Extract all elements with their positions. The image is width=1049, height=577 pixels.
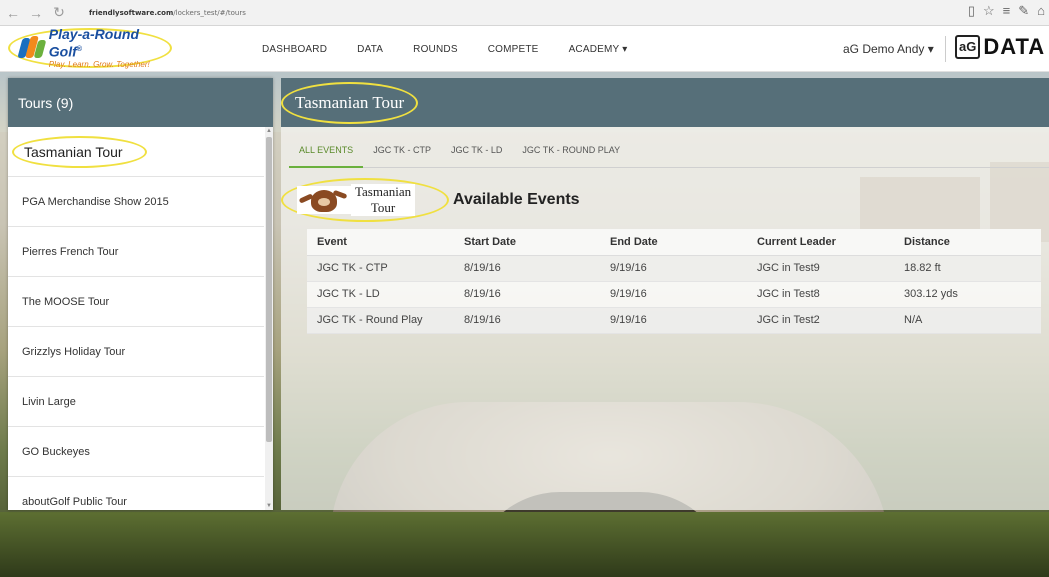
tour-title: Tasmanian Tour: [295, 92, 405, 112]
forward-icon[interactable]: →: [26, 3, 46, 23]
nav-data[interactable]: DATA: [357, 44, 383, 55]
tab-jgc-tk-round-play[interactable]: JGC TK - ROUND PLAY: [512, 136, 630, 168]
table-row[interactable]: JGC TK - LD 8/19/16 9/19/16 JGC in Test8…: [307, 281, 1041, 308]
ag-logo-text: DATA: [983, 34, 1046, 59]
reading-view-icon[interactable]: ▯: [968, 3, 975, 19]
divider: [945, 36, 946, 62]
scroll-down-icon[interactable]: ▼: [265, 502, 273, 510]
table-header-row: Event Start Date End Date Current Leader…: [307, 229, 1041, 256]
share-icon[interactable]: ⌂: [1037, 3, 1045, 19]
cell-end-date: 9/19/16: [600, 255, 747, 282]
cell-event: JGC TK - LD: [307, 281, 454, 308]
cell-end-date: 9/19/16: [600, 307, 747, 334]
tour-item-moose[interactable]: The MOOSE Tour: [8, 277, 264, 327]
cell-start-date: 8/19/16: [454, 255, 600, 282]
brand-tagline: Play. Learn. Grow. Together!: [48, 59, 150, 69]
table-row[interactable]: JGC TK - CTP 8/19/16 9/19/16 JGC in Test…: [307, 255, 1041, 282]
cell-start-date: 8/19/16: [454, 281, 600, 308]
cell-start-date: 8/19/16: [454, 307, 600, 334]
available-events-title: Available Events: [453, 191, 580, 208]
tour-item-label: Tasmanian Tour: [12, 135, 147, 168]
tour-list: Tasmanian Tour PGA Merchandise Show 2015…: [8, 127, 273, 510]
refresh-icon[interactable]: ↻: [49, 3, 69, 23]
nav-academy[interactable]: ACADEMY ▾: [569, 44, 628, 55]
tab-jgc-tk-ld[interactable]: JGC TK - LD: [441, 136, 512, 168]
tab-all-events[interactable]: ALL EVENTS: [289, 136, 364, 168]
cell-end-date: 9/19/16: [600, 281, 747, 308]
tour-item-go-buckeyes[interactable]: GO Buckeyes: [8, 427, 264, 477]
ag-logo-box: aG: [955, 35, 981, 59]
brand-mark-icon: [17, 36, 47, 60]
tour-logo: Tasmanian Tour: [281, 178, 449, 222]
tour-list-scrollbar[interactable]: ▲ ▼: [265, 127, 273, 510]
cell-distance: 18.82 ft: [894, 255, 1041, 282]
events-table: Event Start Date End Date Current Leader…: [307, 229, 1041, 334]
scroll-thumb[interactable]: [266, 137, 272, 442]
tour-detail-panel: Tasmanian Tour ALL EVENTS JGC TK - CTP J…: [281, 78, 1049, 510]
tasmanian-devil-icon: [297, 186, 351, 214]
table-row[interactable]: JGC TK - Round Play 8/19/16 9/19/16 JGC …: [307, 307, 1041, 334]
tour-logo-line2: Tour: [370, 200, 396, 215]
notes-icon[interactable]: ✎: [1018, 3, 1029, 19]
brand-name: Play-a-Round Golf®: [48, 26, 139, 60]
tour-logo-line1: Tasmanian: [355, 184, 412, 199]
col-header-end-date[interactable]: End Date: [600, 229, 747, 256]
tour-item-pierres-french[interactable]: Pierres French Tour: [8, 227, 264, 277]
brand-logo[interactable]: Play-a-Round Golf® Play. Learn. Grow. To…: [8, 26, 172, 69]
tour-item-aboutgolf-public[interactable]: aboutGolf Public Tour: [8, 477, 264, 510]
cell-distance: N/A: [894, 307, 1041, 334]
cell-current-leader: JGC in Test2: [747, 307, 894, 334]
cell-event: JGC TK - CTP: [307, 255, 454, 282]
tour-detail-header: Tasmanian Tour: [281, 78, 1049, 127]
cell-current-leader: JGC in Test9: [747, 255, 894, 282]
nav-rounds[interactable]: ROUNDS: [413, 44, 458, 55]
tour-item-tasmanian[interactable]: Tasmanian Tour: [8, 127, 264, 177]
events-title-row: Tasmanian Tour Available Events: [281, 178, 580, 222]
hub-icon[interactable]: ≡: [1003, 3, 1011, 19]
browser-toolbar: ← → ↻ friendlysoftware.com/lockers_test/…: [0, 0, 1049, 26]
app-header: Play-a-Round Golf® Play. Learn. Grow. To…: [0, 26, 1049, 72]
scroll-up-icon[interactable]: ▲: [265, 127, 273, 135]
top-nav: DASHBOARD DATA ROUNDS COMPETE ACADEMY ▾: [262, 26, 657, 72]
back-icon[interactable]: ←: [3, 3, 23, 23]
agdata-logo[interactable]: aG DATA: [955, 35, 1045, 59]
nav-compete[interactable]: COMPETE: [488, 44, 539, 55]
event-tabs: ALL EVENTS JGC TK - CTP JGC TK - LD JGC …: [289, 136, 1049, 168]
favorite-star-icon[interactable]: ☆: [983, 3, 995, 19]
col-header-current-leader[interactable]: Current Leader: [747, 229, 894, 256]
tour-logo-text: Tasmanian Tour: [351, 184, 416, 216]
col-header-start-date[interactable]: Start Date: [454, 229, 600, 256]
address-path: /lockers_test/#/tours: [173, 8, 246, 17]
col-header-distance[interactable]: Distance: [894, 229, 1041, 256]
cell-event: JGC TK - Round Play: [307, 307, 454, 334]
browser-actions: ▯ ☆ ≡ ✎ ⌂: [968, 3, 1045, 19]
cell-distance: 303.12 yds: [894, 281, 1041, 308]
address-bar[interactable]: friendlysoftware.com/lockers_test/#/tour…: [89, 9, 246, 17]
nav-dashboard[interactable]: DASHBOARD: [262, 44, 327, 55]
tours-panel-title: Tours (9): [8, 78, 273, 127]
address-domain: friendlysoftware.com: [89, 8, 174, 17]
tour-item-grizzlys[interactable]: Grizzlys Holiday Tour: [8, 327, 264, 377]
col-header-event[interactable]: Event: [307, 229, 454, 256]
tab-jgc-tk-ctp[interactable]: JGC TK - CTP: [363, 136, 441, 168]
cell-current-leader: JGC in Test8: [747, 281, 894, 308]
tour-item-pga-merchandise[interactable]: PGA Merchandise Show 2015: [8, 177, 264, 227]
user-menu[interactable]: aG Demo Andy ▾: [843, 42, 934, 56]
tours-panel: Tours (9) Tasmanian Tour PGA Merchandise…: [8, 78, 273, 510]
tour-item-livin-large[interactable]: Livin Large: [8, 377, 264, 427]
